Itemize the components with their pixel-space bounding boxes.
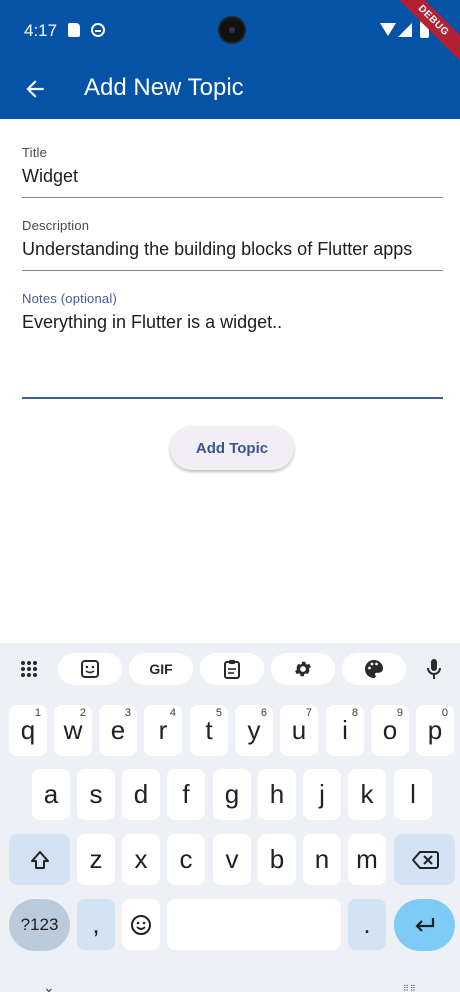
key-e[interactable]: e3 [99, 705, 137, 756]
notes-field[interactable]: Notes (optional) Everything in Flutter i… [22, 291, 443, 399]
apps-grid-icon[interactable] [10, 653, 48, 685]
gear-icon[interactable] [271, 653, 335, 685]
description-input[interactable]: Understanding the building blocks of Flu… [22, 239, 443, 260]
key-label: o [382, 715, 398, 745]
microphone-icon[interactable] [418, 653, 450, 685]
key-hint: 5 [215, 707, 222, 719]
key-label: w [63, 715, 83, 745]
sd-card-icon [68, 23, 80, 37]
key-c[interactable]: c [167, 834, 205, 885]
cell-signal-icon [398, 23, 412, 37]
key-b[interactable]: b [258, 834, 296, 885]
description-underline [22, 270, 443, 271]
app-bar: Add New Topic [0, 60, 460, 119]
page-title: Add New Topic [84, 74, 244, 101]
arrow-left-icon[interactable] [22, 76, 48, 102]
smiley-icon [131, 914, 151, 935]
status-time: 4:17 [24, 21, 58, 40]
key-label: p [427, 715, 443, 745]
key-w[interactable]: w2 [54, 705, 92, 756]
soft-keyboard: GIF q1 w2 e3 r4 t5 y6 u7 i8 o9 p0 a s d … [0, 643, 460, 992]
enter-icon [414, 918, 434, 932]
title-input[interactable]: Widget [22, 166, 443, 187]
key-x[interactable]: x [122, 834, 160, 885]
key-m[interactable]: m [348, 834, 386, 885]
description-label: Description [22, 218, 90, 233]
key-label: e [110, 715, 126, 745]
key-n[interactable]: n [303, 834, 341, 885]
sticker-icon[interactable] [58, 653, 122, 685]
palette-icon[interactable] [342, 653, 406, 685]
gif-button[interactable]: GIF [129, 653, 193, 685]
key-k[interactable]: k [348, 769, 386, 820]
data-saver-icon [91, 23, 105, 37]
key-hint: 7 [305, 707, 312, 719]
key-label: y [247, 715, 261, 745]
backspace-key[interactable] [394, 834, 455, 885]
key-l[interactable]: l [394, 769, 432, 820]
keyboard-hide-icon[interactable]: ⌄ [43, 979, 55, 992]
key-j[interactable]: j [303, 769, 341, 820]
description-field[interactable]: Description Understanding the building b… [22, 218, 443, 272]
comma-key[interactable]: , [77, 899, 115, 950]
top-bar: 4:17 DEBUG Add New Topic [0, 0, 460, 119]
notes-label: Notes (optional) [22, 291, 117, 306]
key-u[interactable]: u7 [280, 705, 318, 756]
key-label: u [291, 715, 307, 745]
key-label: r [158, 715, 168, 745]
clipboard-icon[interactable] [200, 653, 264, 685]
notes-input[interactable]: Everything in Flutter is a widget.. [22, 312, 443, 333]
key-label: i [342, 715, 348, 745]
shift-key[interactable] [9, 834, 70, 885]
key-i[interactable]: i8 [326, 705, 364, 756]
status-bar: 4:17 DEBUG [0, 0, 460, 67]
key-p[interactable]: p0 [416, 705, 454, 756]
emoji-key[interactable] [122, 899, 160, 950]
key-hint: 3 [124, 707, 131, 719]
form-content: Title Widget Description Understanding t… [0, 119, 460, 643]
key-r[interactable]: r4 [144, 705, 182, 756]
notes-underline [22, 397, 443, 399]
key-z[interactable]: z [77, 834, 115, 885]
title-label: Title [22, 145, 48, 160]
key-o[interactable]: o9 [371, 705, 409, 756]
key-a[interactable]: a [32, 769, 70, 820]
key-hint: 4 [169, 707, 176, 719]
add-topic-button[interactable]: Add Topic [170, 426, 294, 470]
key-y[interactable]: y6 [235, 705, 273, 756]
key-hint: 0 [441, 707, 448, 719]
key-g[interactable]: g [213, 769, 251, 820]
key-t[interactable]: t5 [190, 705, 228, 756]
symbols-key[interactable]: ?123 [9, 899, 70, 951]
key-d[interactable]: d [122, 769, 160, 820]
key-label: t [205, 715, 213, 745]
title-underline [22, 197, 443, 198]
key-hint: 2 [79, 707, 86, 719]
wifi-icon [380, 23, 396, 36]
title-field[interactable]: Title Widget [22, 145, 443, 199]
key-hint: 1 [34, 707, 41, 719]
backspace-icon [411, 850, 439, 869]
key-v[interactable]: v [213, 834, 251, 885]
shift-icon [30, 850, 49, 869]
key-q[interactable]: q1 [9, 705, 47, 756]
period-key[interactable]: . [348, 899, 386, 950]
space-bar[interactable] [167, 899, 341, 950]
key-hint: 9 [396, 707, 403, 719]
key-h[interactable]: h [258, 769, 296, 820]
enter-key[interactable] [394, 899, 455, 951]
key-hint: 6 [260, 707, 267, 719]
key-hint: 8 [351, 707, 358, 719]
front-camera [218, 16, 246, 44]
key-label: q [20, 715, 36, 745]
keyboard-switch-icon[interactable]: ⠿⠿ [403, 984, 417, 992]
key-s[interactable]: s [77, 769, 115, 820]
key-f[interactable]: f [167, 769, 205, 820]
